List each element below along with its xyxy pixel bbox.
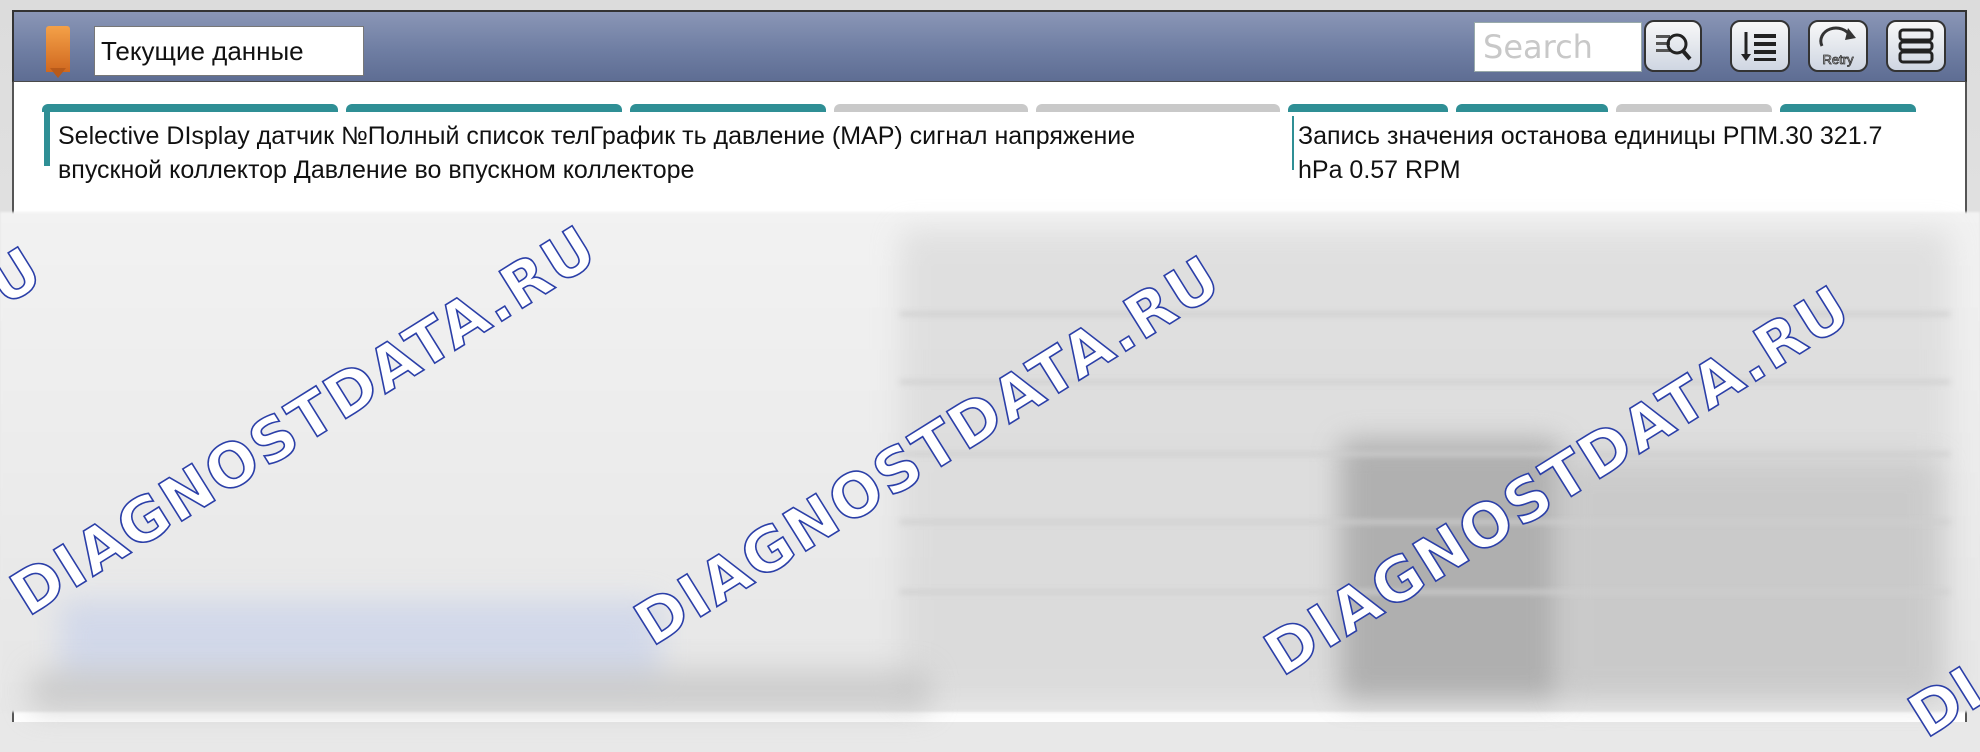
selected-tab-label-line1[interactable]: Запись значения останова единицы РПМ.30 … — [1298, 122, 1882, 151]
tab-rpm[interactable] — [1780, 104, 1916, 112]
tab-selective-display[interactable] — [42, 104, 338, 112]
tab-units[interactable] — [1616, 104, 1772, 112]
app-window: Текущие данные Search Retry Selective DI… — [0, 0, 1980, 752]
menu-icon — [1898, 28, 1934, 64]
tab-strip — [42, 104, 1922, 112]
tab-labels-line2[interactable]: впускной коллектор Давление во впускном … — [58, 156, 694, 185]
blurred-row-line — [900, 452, 1950, 456]
tab-labels-line1[interactable]: Selective DIsplay датчик №Полный список … — [58, 122, 1135, 151]
window-title: Текущие данные — [94, 26, 364, 76]
tab-record[interactable] — [1288, 104, 1448, 112]
menu-button[interactable] — [1886, 20, 1946, 72]
tab-divider — [1292, 116, 1294, 170]
active-tab-indicator — [44, 106, 50, 166]
tab-graph[interactable] — [630, 104, 826, 112]
search-button[interactable] — [1644, 20, 1702, 72]
tab-pressure[interactable] — [834, 104, 1028, 112]
retry-button[interactable]: Retry — [1808, 20, 1868, 72]
search-input[interactable]: Search — [1474, 22, 1642, 72]
tab-full-list[interactable] — [346, 104, 622, 112]
tab-voltage[interactable] — [1036, 104, 1280, 112]
selected-tab-label-line2[interactable]: hPa 0.57 RPM — [1298, 156, 1461, 185]
blurred-side-block — [1560, 460, 1940, 700]
magnifier-icon — [1656, 33, 1692, 61]
bookmark-icon — [46, 26, 70, 72]
retry-icon: Retry — [1819, 26, 1856, 67]
blurred-highlight — [60, 600, 660, 680]
list-button[interactable] — [1730, 20, 1790, 72]
tab-stop-value[interactable] — [1456, 104, 1608, 112]
retry-label: Retry — [1822, 52, 1854, 67]
blurred-footer — [30, 670, 930, 712]
list-icon — [1741, 32, 1776, 61]
